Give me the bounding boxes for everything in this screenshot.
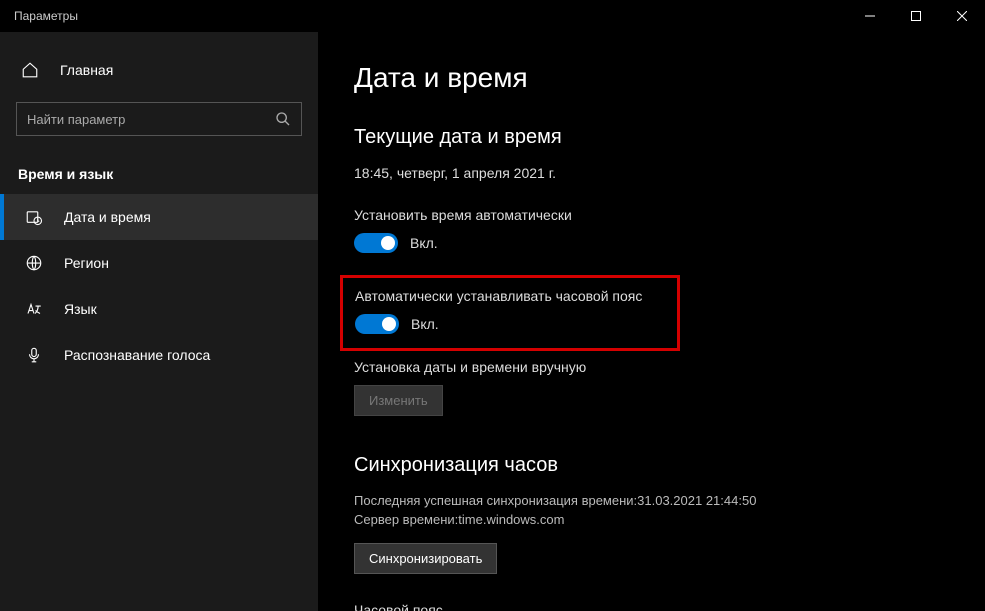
calendar-clock-icon <box>24 207 44 227</box>
language-icon <box>24 299 44 319</box>
home-label: Главная <box>60 62 113 78</box>
search-icon <box>275 111 291 127</box>
auto-time-toggle[interactable] <box>354 233 398 253</box>
sync-last-line: Последняя успешная синхронизация времени… <box>354 493 985 508</box>
auto-tz-state: Вкл. <box>411 316 439 332</box>
sidebar-item-language[interactable]: Язык <box>0 286 318 332</box>
auto-tz-toggle[interactable] <box>355 314 399 334</box>
titlebar: Параметры <box>0 0 985 32</box>
change-button[interactable]: Изменить <box>354 385 443 416</box>
sidebar-item-label: Язык <box>64 301 97 317</box>
auto-time-label: Установить время автоматически <box>354 207 985 223</box>
section-current-title: Текущие дата и время <box>354 126 985 149</box>
auto-time-state: Вкл. <box>410 235 438 251</box>
auto-tz-label: Автоматически устанавливать часовой пояс <box>355 288 665 304</box>
search-input[interactable] <box>27 112 275 127</box>
minimize-button[interactable] <box>847 0 893 32</box>
titlebar-title: Параметры <box>0 9 78 23</box>
sidebar-item-speech[interactable]: Распознавание голоса <box>0 332 318 378</box>
page-title: Дата и время <box>354 62 985 94</box>
sidebar-item-label: Регион <box>64 255 109 271</box>
sidebar-category-label: Время и язык <box>0 136 318 194</box>
globe-icon <box>24 253 44 273</box>
microphone-icon <box>24 345 44 365</box>
close-button[interactable] <box>939 0 985 32</box>
sidebar: Главная Время и язык Дата и время Регион <box>0 32 318 611</box>
content-area: Дата и время Текущие дата и время 18:45,… <box>318 32 985 611</box>
sync-section-title: Синхронизация часов <box>354 454 985 477</box>
sidebar-item-region[interactable]: Регион <box>0 240 318 286</box>
sync-server-line: Сервер времени:time.windows.com <box>354 512 985 527</box>
highlight-box: Автоматически устанавливать часовой пояс… <box>340 275 680 351</box>
current-datetime: 18:45, четверг, 1 апреля 2021 г. <box>354 165 985 181</box>
timezone-label: Часовой пояс <box>354 602 985 611</box>
manual-datetime-label: Установка даты и времени вручную <box>354 359 985 375</box>
home-button[interactable]: Главная <box>0 50 318 90</box>
sidebar-item-label: Распознавание голоса <box>64 347 210 363</box>
sync-button[interactable]: Синхронизировать <box>354 543 497 574</box>
maximize-button[interactable] <box>893 0 939 32</box>
sidebar-item-label: Дата и время <box>64 209 151 225</box>
search-box[interactable] <box>16 102 302 136</box>
home-icon <box>20 60 40 80</box>
sidebar-item-date-time[interactable]: Дата и время <box>0 194 318 240</box>
